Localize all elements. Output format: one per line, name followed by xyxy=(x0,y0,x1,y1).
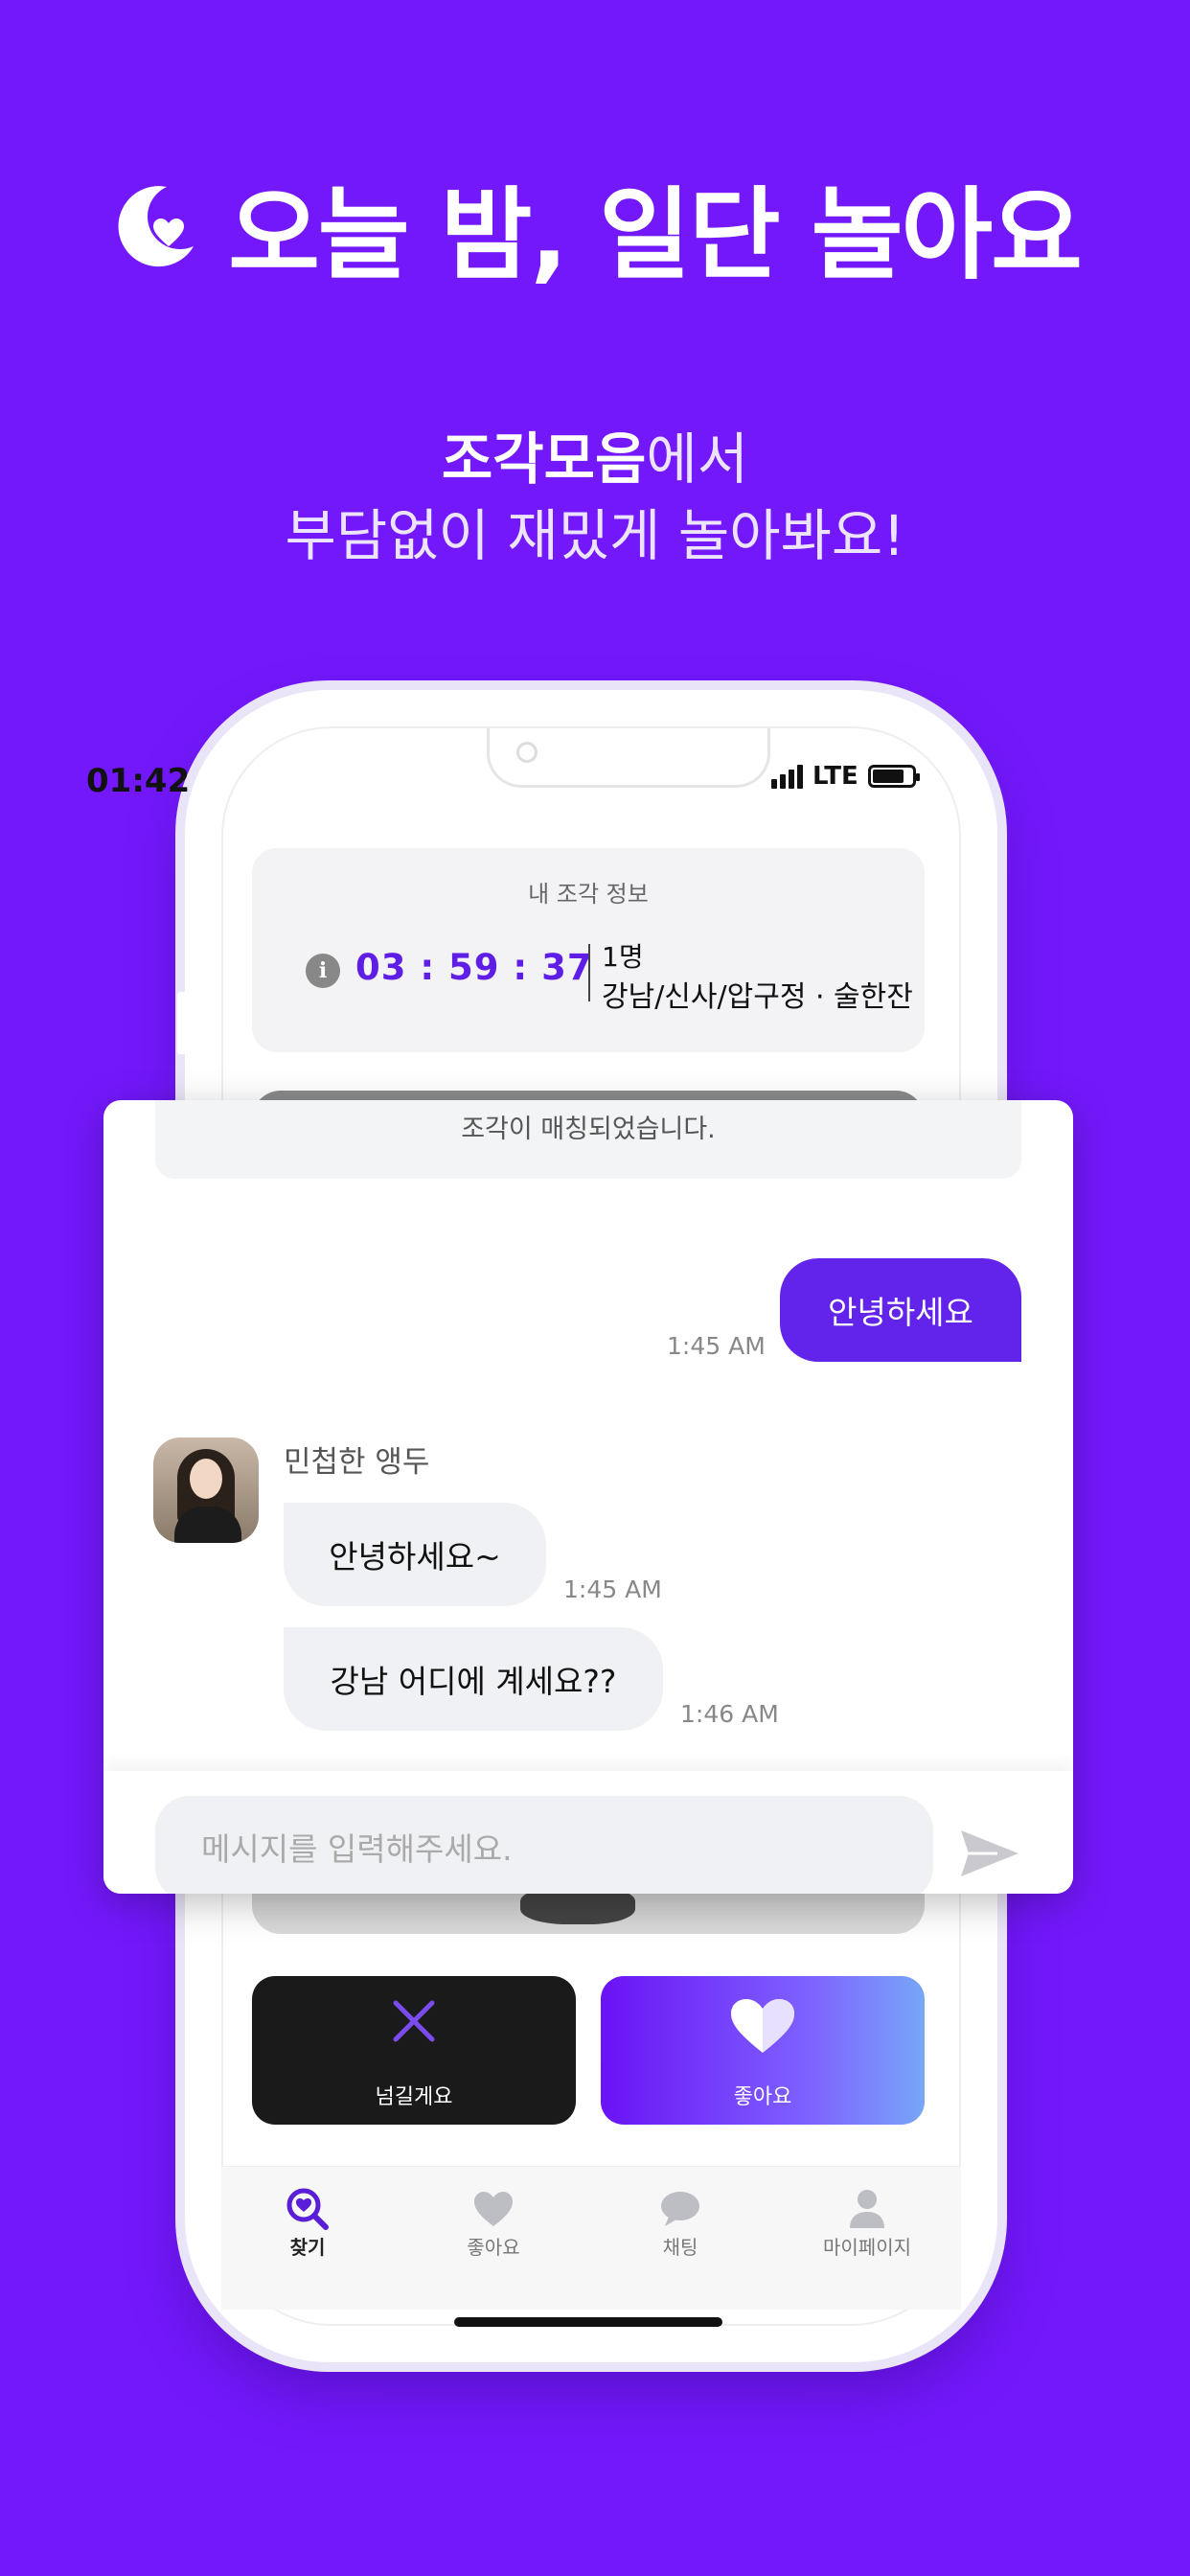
signal-icon xyxy=(771,764,803,789)
heart-icon xyxy=(601,1997,925,2055)
sent-message-bubble: 안녕하세요 xyxy=(780,1258,1021,1362)
tab-label: 좋아요 xyxy=(467,2236,520,2259)
person-icon xyxy=(781,2186,953,2232)
avatar[interactable] xyxy=(153,1438,259,1543)
status-indicators: LTE xyxy=(771,762,920,791)
battery-icon xyxy=(867,765,920,788)
headline: 오늘 밤, 일단 놀아요 xyxy=(0,163,1190,293)
moon-heart-icon xyxy=(109,179,201,271)
message-input[interactable] xyxy=(155,1796,933,1894)
phone-notch xyxy=(487,728,770,788)
brand-name: 조각모음 xyxy=(441,426,647,492)
subtitle-line2: 부담없이 재밌게 놀아봐요! xyxy=(285,503,905,568)
bottom-tab-bar: 찾기 좋아요 채팅 마이페이지 xyxy=(221,2166,961,2310)
tab-chat[interactable]: 채팅 xyxy=(594,2186,767,2260)
people-count: 1명 xyxy=(602,941,644,973)
search-heart-icon xyxy=(221,2186,394,2232)
phone-side-button xyxy=(177,992,187,1054)
countdown-timer: 03 : 59 : 37 xyxy=(355,947,593,988)
tab-mypage[interactable]: 마이페이지 xyxy=(781,2186,953,2260)
headline-title: 오늘 밤, 일단 놀아요 xyxy=(228,175,1083,293)
match-notice-bar: 조각이 매칭되었습니다. xyxy=(155,1100,1021,1179)
tab-label: 찾기 xyxy=(289,2236,326,2259)
send-icon[interactable] xyxy=(959,1828,1020,1878)
front-camera xyxy=(516,742,538,763)
area-tags: 강남/신사/압구정 · 술한잔 xyxy=(602,980,913,1014)
subtitle-line1: 조각모음에서 xyxy=(0,414,1190,494)
tab-label: 채팅 xyxy=(662,2236,698,2259)
status-time: 01:42 xyxy=(86,762,191,800)
chat-panel: 조각이 매칭되었습니다. 안녕하세요 1:45 AM 민첩한 앵두 안녕하세요~… xyxy=(103,1100,1073,1894)
pass-button[interactable]: 넘길게요 xyxy=(252,1976,576,2125)
sent-message-time: 1:45 AM xyxy=(667,1332,766,1360)
match-notice: 조각이 매칭되었습니다. xyxy=(461,1115,716,1144)
like-button-label: 좋아요 xyxy=(733,2085,792,2109)
info-icon[interactable]: i xyxy=(306,954,340,988)
info-card-title: 내 조각 정보 xyxy=(528,881,649,908)
heart-icon xyxy=(407,2186,580,2232)
message-composer xyxy=(103,1771,1073,1894)
sender-name: 민첩한 앵두 xyxy=(284,1445,430,1480)
received-message-bubble: 강남 어디에 계세요?? xyxy=(284,1627,663,1731)
received-message-time: 1:45 AM xyxy=(563,1576,662,1603)
received-message-bubble: 안녕하세요~ xyxy=(284,1503,546,1606)
chat-bubble-icon xyxy=(594,2186,767,2232)
tab-find[interactable]: 찾기 xyxy=(221,2186,394,2260)
like-button[interactable]: 좋아요 xyxy=(601,1976,925,2125)
network-label: LTE xyxy=(812,762,858,791)
tab-label: 마이페이지 xyxy=(823,2236,911,2259)
piece-info-card: 내 조각 정보 i 03 : 59 : 37 1명 강남/신사/압구정 · 술한… xyxy=(252,848,925,1052)
close-icon xyxy=(252,1997,576,2045)
home-indicator[interactable] xyxy=(454,2317,722,2327)
tab-likes[interactable]: 좋아요 xyxy=(407,2186,580,2260)
received-message-time: 1:46 AM xyxy=(680,1700,779,1728)
pass-button-label: 넘길게요 xyxy=(375,2085,453,2109)
info-divider xyxy=(588,944,590,1001)
subtitle-suffix: 에서 xyxy=(646,426,749,492)
